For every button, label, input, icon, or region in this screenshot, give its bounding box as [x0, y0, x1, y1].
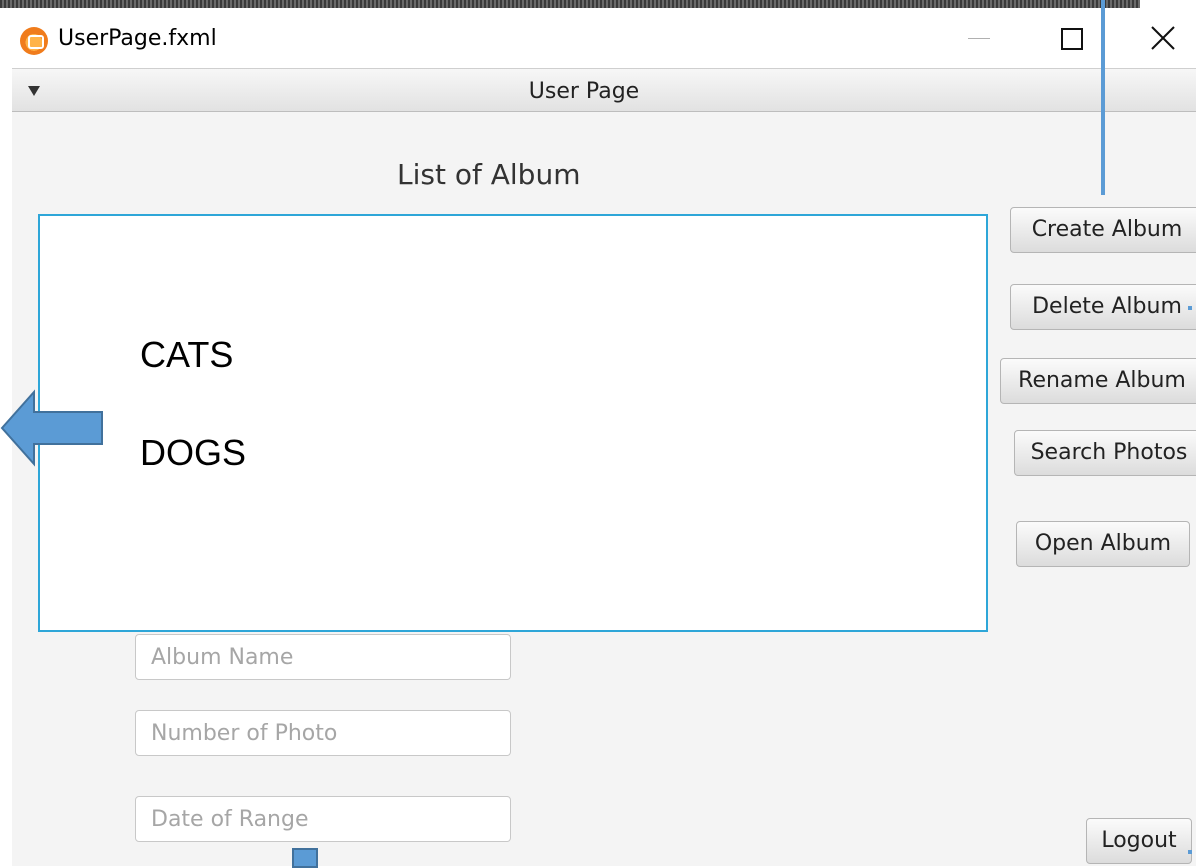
- top-border-strip: [0, 0, 1140, 8]
- list-heading: List of Album: [397, 158, 581, 191]
- titled-pane-header[interactable]: User Page: [12, 68, 1196, 112]
- create-album-button[interactable]: Create Album: [1010, 207, 1196, 253]
- left-arrow-icon: [0, 389, 103, 467]
- rename-album-button[interactable]: Rename Album: [1000, 358, 1196, 404]
- pane-title: User Page: [528, 79, 640, 104]
- album-list[interactable]: CATS DOGS: [38, 214, 988, 632]
- window-title: UserPage.fxml: [58, 26, 217, 51]
- annotation-dot: [1188, 306, 1192, 310]
- delete-album-button[interactable]: Delete Album: [1010, 284, 1196, 330]
- open-album-button[interactable]: Open Album: [1016, 521, 1190, 567]
- title-bar[interactable]: UserPage.fxml: [0, 8, 1196, 68]
- annotation-dot: [1188, 850, 1192, 854]
- app-logo-icon: [20, 27, 48, 55]
- close-icon: [1151, 26, 1175, 50]
- album-name-field[interactable]: [135, 634, 511, 680]
- close-button[interactable]: [1133, 8, 1193, 68]
- date-of-range-field[interactable]: [135, 796, 511, 842]
- maximize-button[interactable]: [1041, 8, 1101, 68]
- window-body: User Page List of Album CATS DOGS Create…: [12, 68, 1196, 866]
- list-item-cats[interactable]: CATS: [140, 334, 233, 376]
- number-of-photo-field[interactable]: [135, 710, 511, 756]
- list-item-dogs[interactable]: DOGS: [140, 432, 246, 474]
- logout-button[interactable]: Logout: [1086, 818, 1192, 864]
- annotation-square: [292, 848, 318, 868]
- annotation-line: [1101, 0, 1105, 195]
- search-photos-button[interactable]: Search Photos: [1014, 430, 1196, 476]
- minimize-button[interactable]: [950, 8, 1010, 68]
